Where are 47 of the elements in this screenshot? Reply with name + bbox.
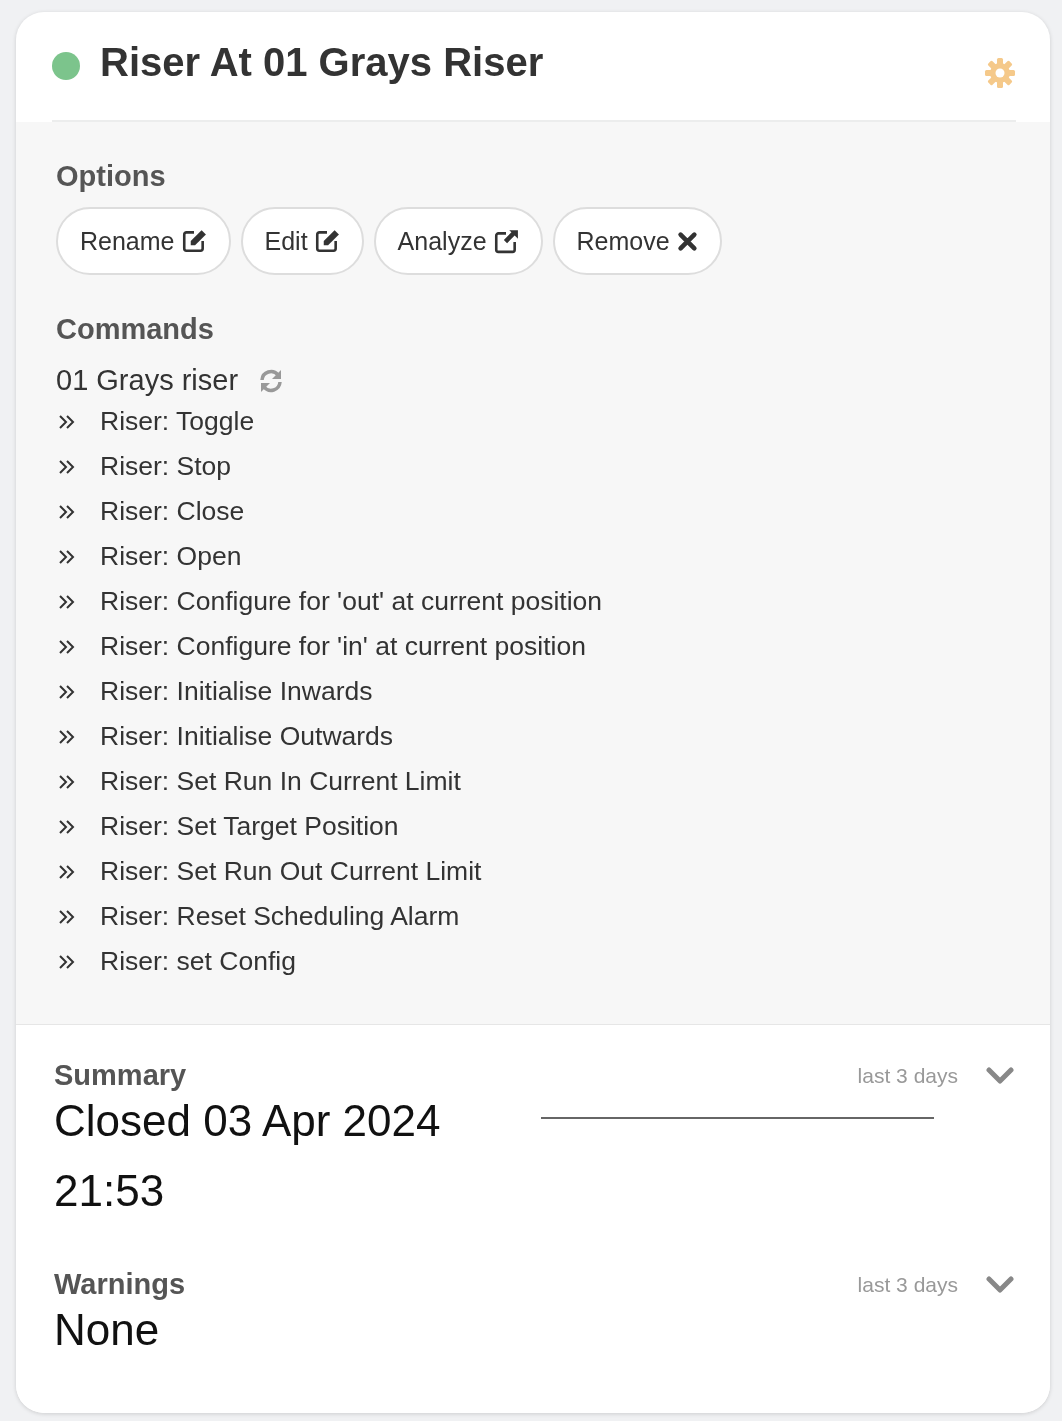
edit-button[interactable]: Edit — [240, 207, 364, 275]
edit-icon — [313, 228, 340, 254]
external-link-icon — [492, 228, 519, 254]
status-value: None — [54, 1304, 161, 1356]
command-link[interactable]: Riser: Open — [100, 541, 242, 572]
command-link[interactable]: Riser: Reset Scheduling Alarm — [100, 901, 460, 932]
double-chevron-icon — [58, 817, 76, 836]
double-chevron-icon — [58, 502, 76, 521]
section-heading: Summary — [54, 1059, 188, 1092]
command-link[interactable]: Riser: Initialise Inwards — [100, 676, 373, 707]
device-title: Riser At 01 Grays Riser — [100, 39, 545, 85]
edit-icon — [180, 228, 207, 254]
time-range-label: last 3 days — [857, 1063, 958, 1088]
refresh-icon[interactable] — [258, 367, 285, 394]
double-chevron-icon — [58, 682, 76, 701]
analyze-button[interactable]: Analyze — [373, 207, 543, 275]
command-link[interactable]: Riser: Configure for 'out' at current position — [100, 586, 603, 617]
command-link[interactable]: Riser: Initialise Outwards — [100, 721, 394, 752]
command-link[interactable]: Riser: Close — [100, 496, 245, 527]
double-chevron-icon — [58, 952, 76, 971]
double-chevron-icon — [58, 457, 76, 476]
double-chevron-icon — [58, 727, 76, 746]
command-link[interactable]: Riser: set Config — [100, 946, 296, 977]
chevron-down-icon[interactable] — [986, 1274, 1014, 1295]
section-heading: Warnings — [54, 1268, 187, 1301]
command-link[interactable]: Riser: Stop — [100, 451, 232, 482]
command-link[interactable]: Riser: Set Run In Current Limit — [100, 766, 461, 797]
chevron-down-icon[interactable] — [986, 1065, 1014, 1086]
section-heading: Commands — [56, 313, 215, 346]
edit-button[interactable]: Rename — [56, 207, 231, 275]
command-link[interactable]: Riser: Set Run Out Current Limit — [100, 856, 482, 887]
device-name: 01 Grays riser — [56, 364, 239, 397]
remove-button[interactable]: Remove — [552, 207, 722, 275]
command-link[interactable]: Riser: Set Target Position — [100, 811, 399, 842]
close-icon — [675, 230, 698, 252]
command-link[interactable]: Riser: Toggle — [100, 406, 255, 437]
time-range-label: last 3 days — [857, 1272, 958, 1297]
double-chevron-icon — [58, 772, 76, 791]
double-chevron-icon — [58, 592, 76, 611]
double-chevron-icon — [58, 412, 76, 431]
section-heading: Options — [56, 160, 167, 193]
double-chevron-icon — [58, 862, 76, 881]
command-link[interactable]: Riser: Configure for 'in' at current position — [100, 631, 586, 662]
double-chevron-icon — [58, 637, 76, 656]
double-chevron-icon — [58, 547, 76, 566]
status-value: Closed 03 Apr 2024 21:53 — [54, 1095, 442, 1217]
double-chevron-icon — [58, 907, 76, 926]
